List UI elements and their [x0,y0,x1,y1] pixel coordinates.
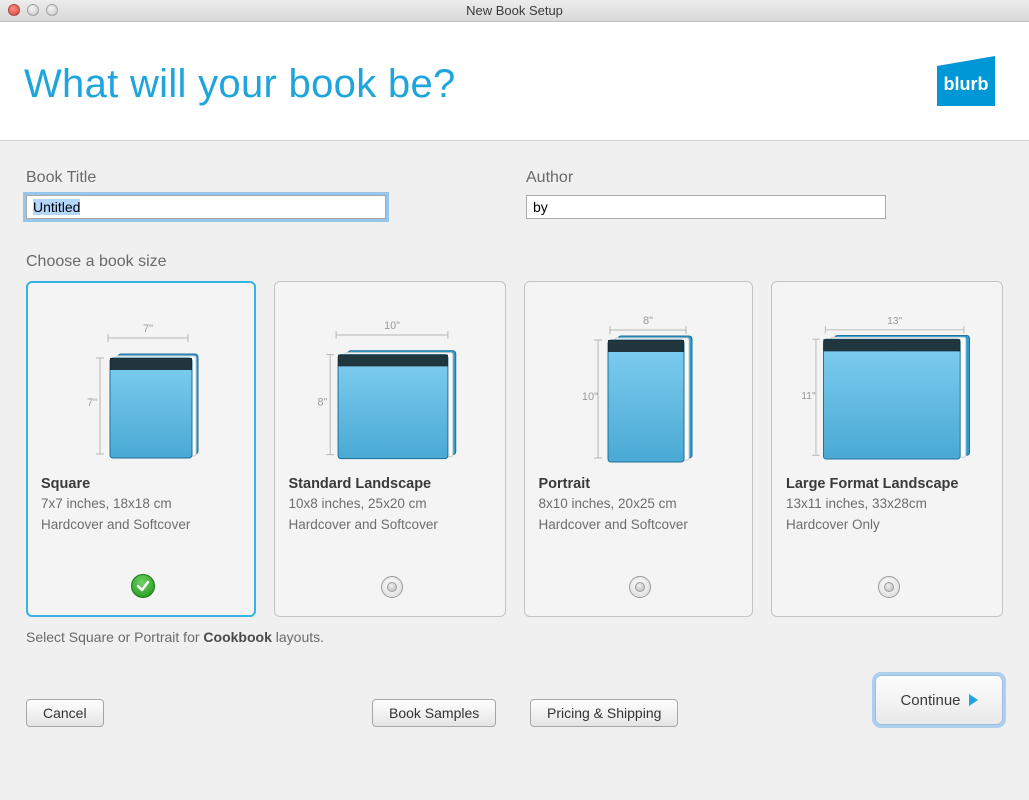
continue-arrow-icon [969,694,978,706]
radio-icon [381,576,403,598]
cancel-button[interactable]: Cancel [26,699,104,727]
size-cover: Hardcover and Softcover [539,516,743,534]
close-window-button[interactable] [8,4,20,16]
size-name: Standard Landscape [289,476,495,492]
size-cover: Hardcover and Softcover [41,516,245,534]
size-dims: 8x10 inches, 20x25 cm [539,495,743,513]
radio-icon [878,576,900,598]
book-icon: 10" 8" [289,296,495,466]
size-dims: 10x8 inches, 25x20 cm [289,495,495,513]
author-input[interactable] [526,195,886,219]
radio-icon [629,576,651,598]
size-option-standard-landscape[interactable]: 10" 8" Standard Landscape 10x8 inches, 2… [274,281,506,617]
size-dims: 7x7 inches, 18x18 cm [41,495,245,513]
svg-text:11": 11" [801,391,816,402]
svg-text:8": 8" [317,397,327,409]
book-icon: 8" 10" [539,296,743,466]
book-samples-button[interactable]: Book Samples [372,699,496,727]
size-dims: 13x11 inches, 33x28cm [786,495,992,513]
svg-text:10": 10" [384,320,400,332]
svg-text:8": 8" [643,315,653,327]
size-name: Square [41,476,245,492]
size-option-square[interactable]: 7" 7" Square 7x7 inches, 18x18 [26,281,256,617]
svg-text:10": 10" [582,391,598,403]
selected-check-icon [131,574,155,598]
size-options: 7" 7" Square 7x7 inches, 18x18 [26,281,1003,617]
titlebar: New Book Setup [0,0,1029,22]
headline: What will your book be? [24,62,456,107]
book-icon: 7" 7" [41,296,245,466]
pricing-shipping-button[interactable]: Pricing & Shipping [530,699,678,727]
window-title: New Book Setup [466,3,563,18]
continue-label: Continue [900,692,960,709]
book-icon: 13" 11" [786,296,992,466]
svg-text:7": 7" [87,397,97,409]
zoom-window-button[interactable] [46,4,58,16]
header: What will your book be? blurb [0,22,1029,141]
choose-size-label: Choose a book size [26,253,1003,271]
size-name: Large Format Landscape [786,476,992,492]
cookbook-hint: Select Square or Portrait for Cookbook l… [26,629,1003,645]
book-title-label: Book Title [26,169,386,187]
size-name: Portrait [539,476,743,492]
size-cover: Hardcover and Softcover [289,516,495,534]
svg-text:13": 13" [887,316,902,327]
size-option-portrait[interactable]: 8" 10" Portrait 8x10 inches, 20x25 cm Ha… [524,281,754,617]
size-cover: Hardcover Only [786,516,992,534]
brand-logo: blurb [933,56,999,112]
continue-button[interactable]: Continue [875,675,1003,725]
book-title-input[interactable] [26,195,386,219]
author-label: Author [526,169,886,187]
minimize-window-button[interactable] [27,4,39,16]
svg-text:blurb: blurb [944,74,989,94]
svg-text:7": 7" [143,323,153,335]
size-option-large-landscape[interactable]: 13" 11" Large Format Landscape 13x11 inc… [771,281,1003,617]
